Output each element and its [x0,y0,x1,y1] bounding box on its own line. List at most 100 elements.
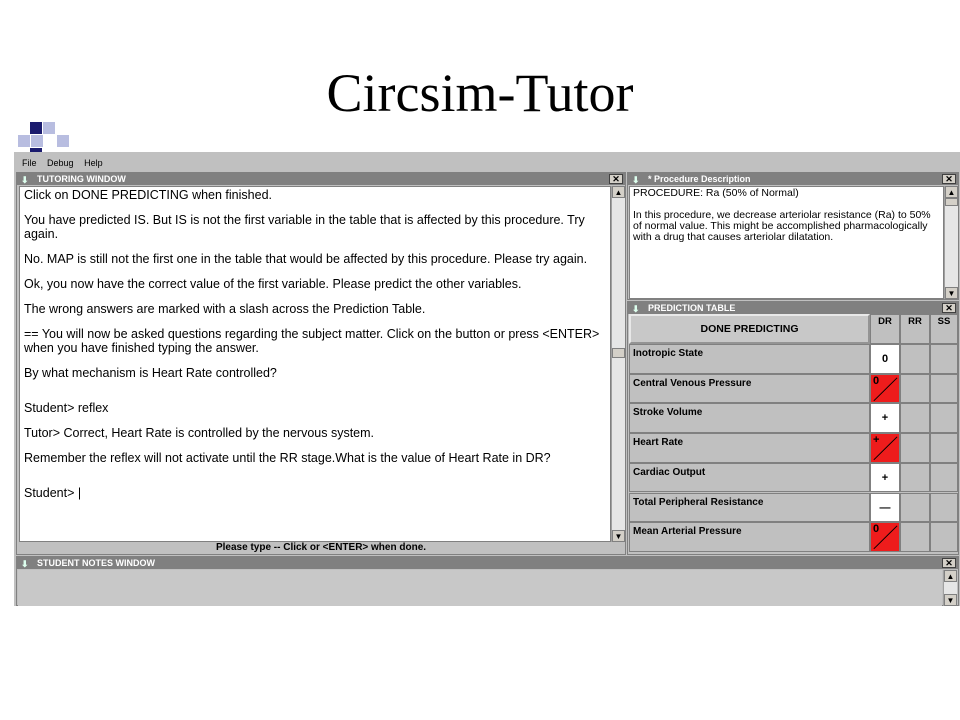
prediction-cell-rr[interactable] [900,403,930,434]
menu-help[interactable]: Help [84,158,103,168]
tutoring-message: No. MAP is still not the first one in th… [24,252,588,266]
prediction-value: + [881,412,889,425]
arrow-down-icon[interactable]: ▼ [945,287,958,299]
wrong-slash-icon [873,436,898,461]
notes-title: STUDENT NOTES WINDOW [37,558,155,568]
tutoring-message: Student> | [24,486,82,500]
prediction-cell-dr[interactable]: — [870,492,900,523]
app-window: File Debug Help ⬇ TUTORING WINDOW ✕ Clic… [14,152,960,606]
tutoring-title: TUTORING WINDOW [37,174,126,184]
scroll-thumb[interactable] [612,348,625,358]
notes-scrollbar[interactable]: ▲ ▼ [943,570,957,606]
prediction-cell-ss[interactable] [930,344,958,374]
window-icon: ⬇ [632,175,640,185]
prediction-row-label: Stroke Volume [629,403,870,434]
prediction-cell-ss[interactable] [930,462,958,493]
wrong-slash-icon [873,377,898,401]
arrow-down-icon[interactable]: ▼ [944,594,957,606]
close-icon[interactable]: ✕ [609,174,623,184]
prediction-cell-rr[interactable] [900,433,930,463]
prediction-cell-rr[interactable] [900,462,930,493]
prediction-row-label: Inotropic State [629,344,870,374]
tutoring-scrollbar[interactable]: ▲ ▼ [611,186,625,542]
column-header-ss: SS [930,314,958,344]
prediction-value: — [879,501,891,514]
close-icon[interactable]: ✕ [942,174,956,184]
arrow-up-icon[interactable]: ▲ [945,186,958,198]
procedure-window: ⬇ * Procedure Description ✕ PROCEDURE: R… [627,172,959,300]
prediction-cell-dr[interactable]: + [870,462,900,493]
tutoring-message: You have predicted IS. But IS is not the… [24,213,585,241]
tutoring-window: ⬇ TUTORING WINDOW ✕ Click on DONE PREDIC… [16,172,626,555]
tutoring-message: == You will now be asked questions regar… [24,327,600,355]
prediction-row-label: Mean Arterial Pressure [629,522,870,552]
prediction-row-label: Cardiac Output [629,462,870,493]
close-icon[interactable]: ✕ [942,558,956,568]
decorative-square [43,122,55,134]
prediction-titlebar: ⬇ PREDICTION TABLE ✕ [628,302,958,314]
prediction-cell-dr[interactable]: 0 [870,344,900,374]
tutoring-titlebar: ⬇ TUTORING WINDOW ✕ [17,173,625,185]
prediction-cell-dr[interactable]: 0 [870,522,900,552]
prediction-row-label: Central Venous Pressure [629,373,870,404]
arrow-up-icon[interactable]: ▲ [612,186,625,198]
prediction-cell-dr[interactable]: 0 [870,373,900,404]
tutoring-message: The wrong answers are marked with a slas… [24,302,426,316]
tutoring-message: Student> reflex [24,401,109,415]
prediction-cell-rr[interactable] [900,522,930,552]
prediction-cell-ss[interactable] [930,373,958,404]
prediction-cell-ss[interactable] [930,522,958,552]
procedure-line: PROCEDURE: Ra (50% of Normal) [633,187,799,199]
prediction-row-label: Heart Rate [629,433,870,463]
notes-text-area[interactable] [18,570,942,606]
menubar: File Debug Help [14,158,960,172]
prediction-cell-rr[interactable] [900,344,930,374]
prediction-cell-ss[interactable] [930,433,958,463]
tutoring-message: Remember the reflex will not activate un… [24,451,551,465]
prediction-title: PREDICTION TABLE [648,303,736,313]
prediction-window: ⬇ PREDICTION TABLE ✕ DONE PREDICTING DR … [627,301,959,555]
tutoring-message: Ok, you now have the correct value of th… [24,277,522,291]
procedure-body: In this procedure, we decrease arteriola… [633,209,931,243]
prediction-cell-rr[interactable] [900,373,930,404]
tutoring-message [24,391,606,401]
decorative-square [18,135,30,147]
slide-title: Circsim-Tutor [326,63,634,123]
column-header-rr: RR [900,314,930,344]
tutoring-message: By what mechanism is Heart Rate controll… [24,366,277,380]
procedure-title: * Procedure Description [648,174,751,184]
wrong-slash-icon [873,525,898,550]
prediction-cell-dr[interactable]: + [870,433,900,463]
prediction-table: DONE PREDICTING DR RR SS Inotropic State… [629,314,958,554]
prediction-cell-dr[interactable]: + [870,403,900,434]
prediction-value: 0 [881,353,889,365]
arrow-up-icon[interactable]: ▲ [944,570,957,582]
decorative-square [30,122,42,134]
prediction-cell-rr[interactable] [900,492,930,523]
menu-file[interactable]: File [22,158,37,168]
column-header-dr: DR [870,314,900,344]
arrow-down-icon[interactable]: ▼ [612,530,625,542]
done-predicting-button[interactable]: DONE PREDICTING [629,314,870,344]
tutoring-status: Please type -- Click or <ENTER> when don… [17,542,625,554]
window-icon: ⬇ [21,175,29,185]
tutoring-message: Click on DONE PREDICTING when finished. [24,188,272,202]
tutoring-message [24,476,606,486]
procedure-text: PROCEDURE: Ra (50% of Normal) In this pr… [629,186,944,299]
tutoring-message: Tutor> Correct, Heart Rate is controlled… [24,426,375,440]
window-icon: ⬇ [21,559,29,569]
menu-debug[interactable]: Debug [47,158,74,168]
decorative-square [31,135,43,147]
prediction-cell-ss[interactable] [930,492,958,523]
decorative-square [57,135,69,147]
procedure-titlebar: ⬇ * Procedure Description ✕ [628,173,958,185]
prediction-cell-ss[interactable] [930,403,958,434]
tutoring-messages: Click on DONE PREDICTING when finished. Y… [24,188,606,500]
student-notes-window: ⬇ STUDENT NOTES WINDOW ✕ ▲ ▼ [16,556,959,606]
close-icon[interactable]: ✕ [942,303,956,313]
prediction-row-label: Total Peripheral Resistance [629,492,870,523]
scroll-thumb[interactable] [945,198,958,206]
procedure-scrollbar[interactable]: ▲ ▼ [944,186,958,299]
notes-titlebar: ⬇ STUDENT NOTES WINDOW ✕ [17,557,958,569]
tutoring-text[interactable]: Click on DONE PREDICTING when finished. Y… [19,186,611,542]
